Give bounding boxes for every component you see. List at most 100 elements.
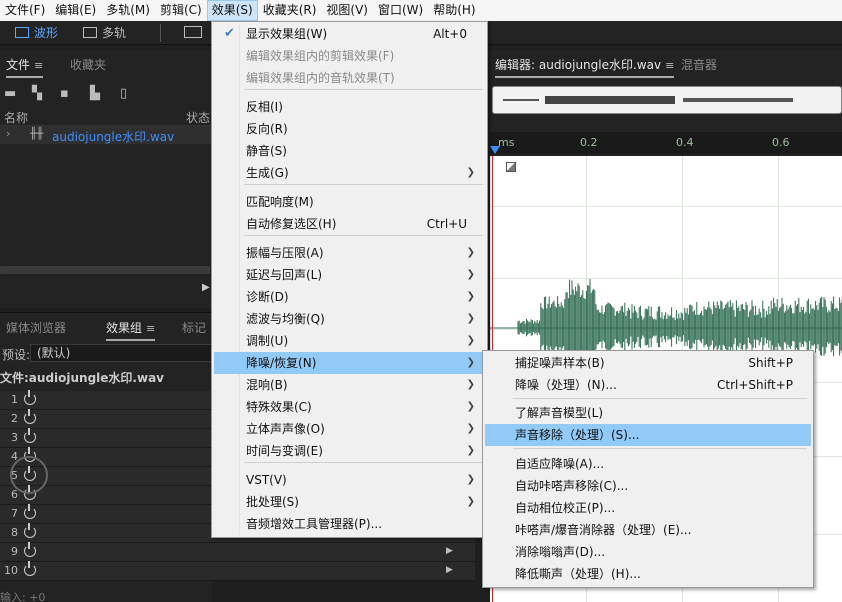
panel-menu-icon[interactable]: ≡	[146, 322, 155, 335]
submenu-item-click-pop-eliminator[interactable]: 咔嗒声/爆音消除器（处理）(E)...	[485, 519, 811, 541]
menu-edit[interactable]: 编辑(E)	[50, 0, 101, 21]
trash-icon[interactable]: ▯	[120, 86, 136, 101]
file-list-item[interactable]: › ╫╫ audiojungle水印.wav	[0, 126, 212, 144]
waveform-view-button[interactable]: 波形	[12, 23, 70, 43]
menu-item-reverb[interactable]: 混响(B) ❯	[214, 374, 485, 396]
submenu-item-hiss-reduction[interactable]: 降低嘶声（处理）(H)...	[485, 563, 811, 585]
overview-waveform[interactable]	[492, 86, 842, 114]
menu-item-plugin-manager[interactable]: 音频增效工具管理器(P)...	[214, 513, 485, 535]
submenu-arrow-icon: ❯	[466, 167, 475, 178]
menu-item-generate[interactable]: 生成(G) ❯	[214, 162, 485, 184]
expand-arrow-icon[interactable]: ›	[6, 127, 10, 140]
submenu-item-noise-reduction-process[interactable]: 降噪（处理）(N)... Ctrl+Shift+P	[485, 374, 811, 396]
menu-item-amplitude-compression[interactable]: 振幅与压限(A) ❯	[214, 242, 485, 264]
menu-item-diagnostics[interactable]: 诊断(D) ❯	[214, 286, 485, 308]
submenu-arrow-icon: ❯	[466, 313, 475, 324]
menu-item-time-pitch[interactable]: 时间与变调(E) ❯	[214, 440, 485, 462]
submenu-item-dehummer[interactable]: 消除嗡嗡声(D)...	[485, 541, 811, 563]
power-icon[interactable]	[24, 390, 36, 405]
tab-media-browser[interactable]: 媒体浏览器	[6, 319, 66, 336]
menu-item-silence[interactable]: 静音(S)	[214, 140, 485, 162]
menu-item-stereo-imagery[interactable]: 立体声声像(O) ❯	[214, 418, 485, 440]
power-icon[interactable]	[24, 542, 36, 557]
menu-item-delay-echo[interactable]: 延迟与回声(L) ❯	[214, 264, 485, 286]
menu-item-auto-heal[interactable]: 自动修复选区(H) Ctrl+U	[214, 213, 485, 235]
menu-help[interactable]: 帮助(H)	[428, 0, 480, 21]
submenu-item-auto-click-remover[interactable]: 自动咔嗒声移除(C)...	[485, 475, 811, 497]
menu-item-edit-clip-effects[interactable]: 编辑效果组内的剪辑效果(F)	[214, 45, 485, 67]
preset-label: 预设:	[2, 348, 31, 362]
menu-separator	[244, 235, 483, 236]
menu-favorites[interactable]: 收藏夹(R)	[258, 0, 322, 21]
submenu-item-label: 捕捉噪声样本(B)	[515, 356, 605, 370]
submenu-arrow-icon: ❯	[466, 247, 475, 258]
effect-slot[interactable]: 10 ▶	[0, 561, 475, 581]
panel-menu-icon[interactable]: ≡	[665, 59, 674, 72]
audio-file-icon: ╫╫	[30, 127, 44, 140]
column-name[interactable]: 名称	[4, 109, 28, 126]
tab-mixer[interactable]: 混音器	[681, 56, 717, 73]
tab-underline	[6, 76, 44, 78]
menu-separator	[244, 462, 483, 463]
menu-item-match-loudness[interactable]: 匹配响度(M)	[214, 191, 485, 213]
submenu-arrow-icon: ❯	[466, 423, 475, 434]
menu-item-label: 调制(U)	[246, 334, 289, 348]
power-icon[interactable]	[24, 428, 36, 443]
preset-select[interactable]: (默认)	[30, 344, 212, 362]
submenu-item-adaptive-noise-reduction[interactable]: 自适应降噪(A)...	[485, 453, 811, 475]
multitrack-view-button[interactable]: 多轨	[80, 23, 140, 43]
menu-file[interactable]: 文件(F)	[0, 0, 50, 21]
menu-window[interactable]: 窗口(W)	[373, 0, 428, 21]
tab-editor[interactable]: 编辑器: audiojungle水印.wav ≡	[495, 56, 675, 78]
menu-effects[interactable]: 效果(S)	[206, 0, 258, 21]
power-icon[interactable]	[24, 504, 36, 519]
play-icon[interactable]: ▶	[202, 282, 210, 293]
rack-file-label: 文件:audiojungle水印.wav	[0, 371, 164, 385]
power-icon[interactable]	[24, 409, 36, 424]
menu-item-special[interactable]: 特殊效果(C) ❯	[214, 396, 485, 418]
submenu-item-sound-remover-process[interactable]: 声音移除（处理）(S)...	[485, 424, 811, 446]
menu-item-noise-reduction-restoration[interactable]: 降噪/恢复(N) ❯	[214, 352, 485, 374]
menu-item-filter-eq[interactable]: 滤波与均衡(Q) ❯	[214, 308, 485, 330]
menu-separator	[244, 184, 483, 185]
slot-arrow-icon[interactable]: ▶	[446, 565, 453, 575]
tab-files[interactable]: 文件 ≡	[6, 56, 44, 78]
menu-view[interactable]: 视图(V)	[321, 0, 373, 21]
submenu-item-capture-noise-print[interactable]: 捕捉噪声样本(B) Shift+P	[485, 352, 811, 374]
slot-arrow-icon[interactable]: ▶	[446, 546, 453, 556]
submenu-item-auto-phase-correction[interactable]: 自动相位校正(P)...	[485, 497, 811, 519]
menu-item-invert[interactable]: 反相(I)	[214, 96, 485, 118]
column-status[interactable]: 状态	[186, 109, 210, 126]
menu-multitrack[interactable]: 多轨(M)	[101, 0, 155, 21]
power-icon[interactable]	[24, 523, 36, 538]
menu-item-reverse[interactable]: 反向(R)	[214, 118, 485, 140]
tab-markers[interactable]: 标记	[182, 319, 206, 336]
menu-item-batch-process[interactable]: 批处理(S) ❯	[214, 491, 485, 513]
import-icon[interactable]: ▚	[32, 86, 48, 101]
submenu-arrow-icon: ❯	[466, 335, 475, 346]
tab-effects-rack-label: 效果组	[106, 321, 143, 335]
effect-slot[interactable]: 9 ▶	[0, 542, 475, 562]
effects-menu: ✔ 显示效果组(W) Alt+0 编辑效果组内的剪辑效果(F) 编辑效果组内的音轨效果(…	[211, 21, 488, 538]
menu-item-vst[interactable]: VST(V) ❯	[214, 469, 485, 491]
save-icon[interactable]: ▙	[90, 86, 106, 101]
open-folder-icon[interactable]: ▬	[4, 86, 20, 101]
tab-favorites[interactable]: 收藏夹	[70, 56, 106, 73]
fade-handle-icon[interactable]	[506, 162, 516, 172]
horizontal-scrollbar[interactable]	[0, 266, 210, 274]
menu-item-show-effects-rack[interactable]: ✔ 显示效果组(W) Alt+0	[214, 23, 485, 45]
playhead-marker-icon[interactable]	[490, 146, 500, 154]
panel-menu-icon[interactable]: ≡	[34, 59, 43, 72]
tab-effects-rack[interactable]: 效果组 ≡	[106, 319, 156, 341]
menu-item-edit-track-effects[interactable]: 编辑效果组内的音轨效果(T)	[214, 67, 485, 89]
keyboard-icon[interactable]	[184, 26, 202, 38]
mix-knob[interactable]	[10, 456, 48, 494]
menu-clip[interactable]: 剪辑(C)	[155, 0, 207, 21]
menu-item-modulation[interactable]: 调制(U) ❯	[214, 330, 485, 352]
new-file-icon[interactable]: ▪	[60, 86, 76, 101]
submenu-item-learn-sound-model[interactable]: 了解声音模型(L)	[485, 402, 811, 424]
time-ruler[interactable]: ms 0.2 0.4 0.6	[490, 132, 842, 154]
submenu-item-label: 声音移除（处理）(S)...	[515, 428, 640, 442]
power-icon[interactable]	[24, 561, 36, 576]
menu-item-label: 批处理(S)	[246, 495, 299, 509]
